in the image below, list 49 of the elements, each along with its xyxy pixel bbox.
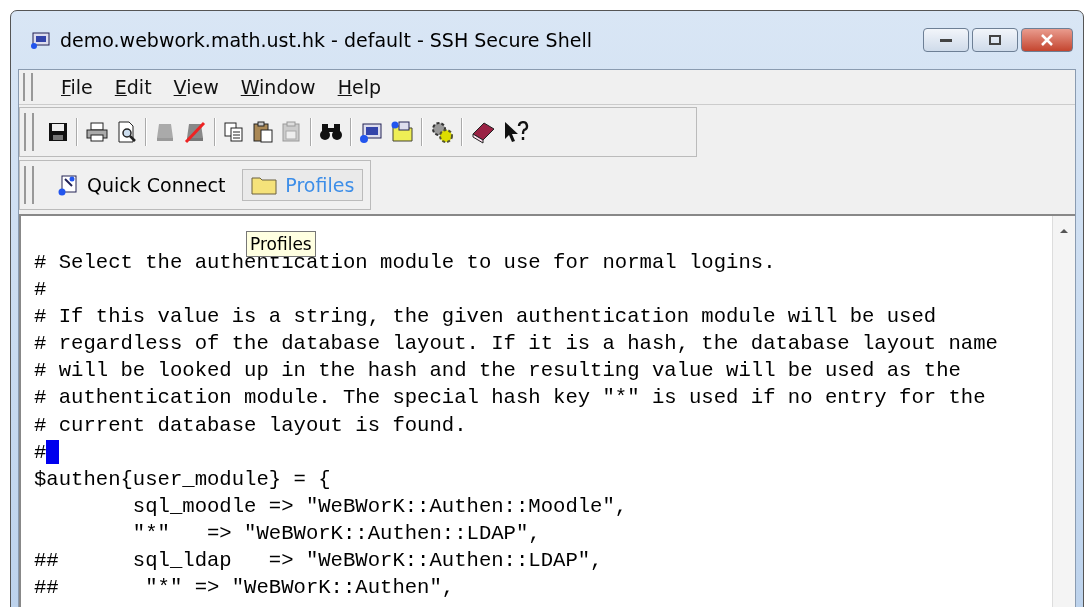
toolbar-grip[interactable] bbox=[24, 112, 34, 152]
toolbar-grip[interactable] bbox=[23, 73, 33, 101]
menu-item[interactable]: View bbox=[173, 76, 219, 98]
minimize-button[interactable] bbox=[923, 28, 969, 52]
app-icon bbox=[30, 30, 52, 50]
quick-connect-button[interactable]: Quick Connect bbox=[48, 169, 235, 201]
folder-icon bbox=[251, 175, 278, 195]
help-book-icon[interactable] bbox=[470, 120, 496, 144]
code-line: sql_moodle => "WeBWorK::Authen::Moodle", bbox=[131, 493, 628, 520]
close-button[interactable] bbox=[1021, 28, 1073, 52]
menu-item[interactable]: File bbox=[61, 76, 93, 98]
new-terminal-icon[interactable] bbox=[359, 120, 383, 144]
file-transfer-icon[interactable] bbox=[390, 120, 414, 144]
menu-item[interactable]: Window bbox=[240, 76, 316, 98]
code-line: # regardless of the database layout. If it is a hash, the database layout name bbox=[34, 331, 998, 358]
code-line: # will be looked up in the hash and the resulting value will be used as the bbox=[34, 358, 961, 385]
terminal-area[interactable] bbox=[19, 214, 1075, 607]
code-line: # current database layout is found. bbox=[34, 412, 467, 439]
save-icon[interactable] bbox=[47, 121, 69, 143]
paste-icon bbox=[281, 121, 303, 143]
window-title: demo.webwork.math.ust.hk - default - SSH Secure Shell bbox=[60, 29, 592, 51]
code-line: $authen{user_module} = { bbox=[34, 466, 331, 493]
maximize-icon bbox=[988, 34, 1002, 46]
menu-item[interactable]: Edit bbox=[114, 76, 152, 98]
toolbar-grip[interactable] bbox=[24, 165, 34, 205]
printer-icon[interactable] bbox=[85, 121, 109, 143]
close-icon bbox=[1040, 34, 1054, 46]
menu-item[interactable]: Help bbox=[337, 76, 381, 98]
code-line: # If this value is a string, the given authentication module will be used bbox=[34, 304, 937, 331]
code-line: # bbox=[34, 277, 47, 304]
binoculars-icon[interactable] bbox=[319, 122, 343, 142]
terminal-icon bbox=[154, 121, 176, 143]
scrollbar[interactable] bbox=[1052, 216, 1075, 607]
paste-icon[interactable] bbox=[252, 121, 274, 143]
copy-icon[interactable] bbox=[223, 121, 245, 143]
code-line: ## "*" => "WeBWorK::Authen", bbox=[34, 575, 455, 602]
gears-icon[interactable] bbox=[430, 120, 454, 144]
connect-icon bbox=[57, 174, 79, 196]
disconnect-icon[interactable] bbox=[183, 120, 207, 144]
scroll-up-arrow-icon[interactable] bbox=[1058, 226, 1070, 234]
print-preview-icon[interactable] bbox=[116, 121, 138, 143]
context-help-icon[interactable] bbox=[503, 120, 529, 144]
code-line: ## sql_ldap => "WeBWorK::Authen::LDAP", bbox=[34, 548, 603, 575]
code-line: # authentication module. The special hash key "*" is used if no entry for the bbox=[34, 385, 986, 412]
tooltip: Profiles bbox=[246, 231, 316, 257]
code-line: # bbox=[34, 439, 47, 466]
code-line: "*" => "WeBWorK::Authen::LDAP", bbox=[131, 520, 541, 547]
maximize-button[interactable] bbox=[972, 28, 1018, 52]
minimize-icon bbox=[939, 37, 953, 43]
